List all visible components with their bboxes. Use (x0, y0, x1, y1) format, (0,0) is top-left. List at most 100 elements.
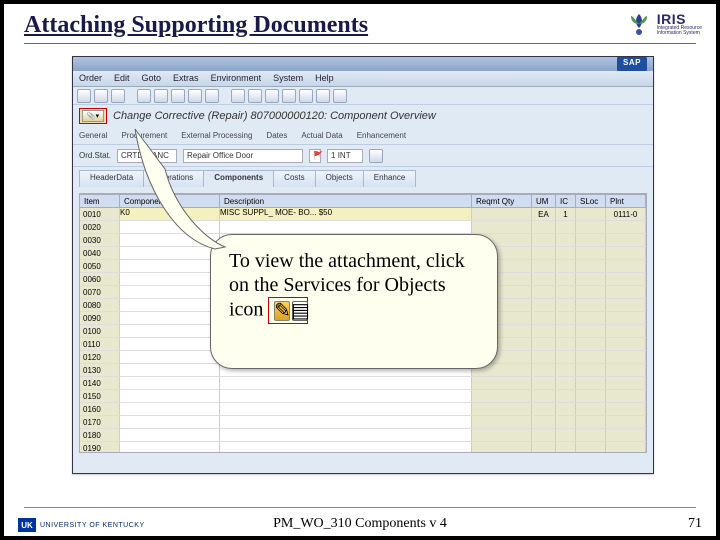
cell-ic[interactable] (556, 416, 576, 428)
cell-component[interactable] (120, 416, 220, 428)
table-row[interactable]: 0140 (80, 377, 646, 390)
cell-component[interactable] (120, 442, 220, 453)
cell-um[interactable] (532, 403, 556, 415)
toolbar-btn[interactable] (111, 89, 125, 103)
order-int-field[interactable]: 1 INT (327, 149, 363, 163)
cell-um[interactable] (532, 247, 556, 259)
cell-um[interactable]: EA (532, 208, 556, 220)
cell-sloc[interactable] (576, 429, 606, 441)
menu-edit[interactable]: Edit (114, 73, 130, 84)
cell-plant[interactable] (606, 312, 646, 324)
toolbar-btn[interactable] (77, 89, 91, 103)
cell-description[interactable] (220, 429, 472, 441)
cell-plant[interactable] (606, 299, 646, 311)
cell-sloc[interactable] (576, 208, 606, 220)
cell-qty[interactable] (472, 208, 532, 220)
toolbar-btn[interactable] (205, 89, 219, 103)
cell-plant[interactable] (606, 247, 646, 259)
toolbar-btn[interactable] (231, 89, 245, 103)
cell-um[interactable] (532, 390, 556, 402)
table-row[interactable]: 0170 (80, 416, 646, 429)
cell-qty[interactable] (472, 442, 532, 453)
cell-ic[interactable] (556, 338, 576, 350)
cell-plant[interactable] (606, 286, 646, 298)
tab-objects[interactable]: Objects (315, 170, 364, 187)
cell-ic[interactable] (556, 325, 576, 337)
cell-component[interactable] (120, 286, 220, 298)
toolbar-btn[interactable] (188, 89, 202, 103)
cell-ic[interactable] (556, 273, 576, 285)
cell-component[interactable] (120, 429, 220, 441)
cell-component[interactable] (120, 403, 220, 415)
cell-component[interactable] (120, 273, 220, 285)
cell-plant[interactable] (606, 390, 646, 402)
cell-plant[interactable] (606, 325, 646, 337)
app-tb-0[interactable]: General (79, 131, 107, 140)
cell-um[interactable] (532, 416, 556, 428)
toolbar-btn[interactable] (265, 89, 279, 103)
cell-sloc[interactable] (576, 416, 606, 428)
order-help-icon[interactable] (369, 149, 383, 163)
app-tb-4[interactable]: Actual Data (301, 131, 342, 140)
cell-ic[interactable] (556, 390, 576, 402)
toolbar-btn[interactable] (154, 89, 168, 103)
cell-um[interactable] (532, 260, 556, 272)
menu-system[interactable]: System (273, 73, 303, 84)
cell-sloc[interactable] (576, 286, 606, 298)
toolbar-btn[interactable] (333, 89, 347, 103)
cell-plant[interactable] (606, 364, 646, 376)
cell-ic[interactable] (556, 260, 576, 272)
cell-um[interactable] (532, 299, 556, 311)
app-tb-3[interactable]: Dates (266, 131, 287, 140)
cell-ic[interactable] (556, 403, 576, 415)
cell-component[interactable] (120, 377, 220, 389)
cell-sloc[interactable] (576, 442, 606, 453)
cell-ic[interactable]: 1 (556, 208, 576, 220)
cell-qty[interactable] (472, 377, 532, 389)
cell-component[interactable] (120, 351, 220, 363)
cell-um[interactable] (532, 351, 556, 363)
cell-plant[interactable] (606, 273, 646, 285)
table-row[interactable]: 0190 (80, 442, 646, 453)
cell-description[interactable] (220, 377, 472, 389)
cell-qty[interactable] (472, 416, 532, 428)
cell-sloc[interactable] (576, 338, 606, 350)
cell-ic[interactable] (556, 364, 576, 376)
toolbar-btn[interactable] (171, 89, 185, 103)
cell-qty[interactable] (472, 390, 532, 402)
cell-component[interactable] (120, 364, 220, 376)
cell-sloc[interactable] (576, 325, 606, 337)
cell-um[interactable] (532, 286, 556, 298)
menu-extras[interactable]: Extras (173, 73, 199, 84)
cell-plant[interactable] (606, 416, 646, 428)
cell-qty[interactable] (472, 403, 532, 415)
cell-plant[interactable] (606, 221, 646, 233)
cell-sloc[interactable] (576, 351, 606, 363)
cell-ic[interactable] (556, 351, 576, 363)
cell-sloc[interactable] (576, 403, 606, 415)
tab-costs[interactable]: Costs (273, 170, 315, 187)
cell-um[interactable] (532, 442, 556, 453)
cell-description[interactable] (220, 442, 472, 453)
cell-ic[interactable] (556, 429, 576, 441)
cell-sloc[interactable] (576, 221, 606, 233)
cell-plant[interactable] (606, 351, 646, 363)
app-tb-5[interactable]: Enhancement (357, 131, 406, 140)
toolbar-btn[interactable] (137, 89, 151, 103)
cell-component[interactable] (120, 299, 220, 311)
cell-um[interactable] (532, 273, 556, 285)
cell-sloc[interactable] (576, 247, 606, 259)
cell-ic[interactable] (556, 442, 576, 453)
cell-component[interactable] (120, 325, 220, 337)
cell-description[interactable] (220, 416, 472, 428)
table-row[interactable]: 0160 (80, 403, 646, 416)
toolbar-btn[interactable] (94, 89, 108, 103)
cell-um[interactable] (532, 325, 556, 337)
menu-order[interactable]: Order (79, 73, 102, 84)
toolbar-btn[interactable] (282, 89, 296, 103)
cell-plant[interactable]: 0111-0 (606, 208, 646, 220)
cell-um[interactable] (532, 234, 556, 246)
cell-plant[interactable] (606, 377, 646, 389)
table-row[interactable]: 0180 (80, 429, 646, 442)
cell-sloc[interactable] (576, 299, 606, 311)
